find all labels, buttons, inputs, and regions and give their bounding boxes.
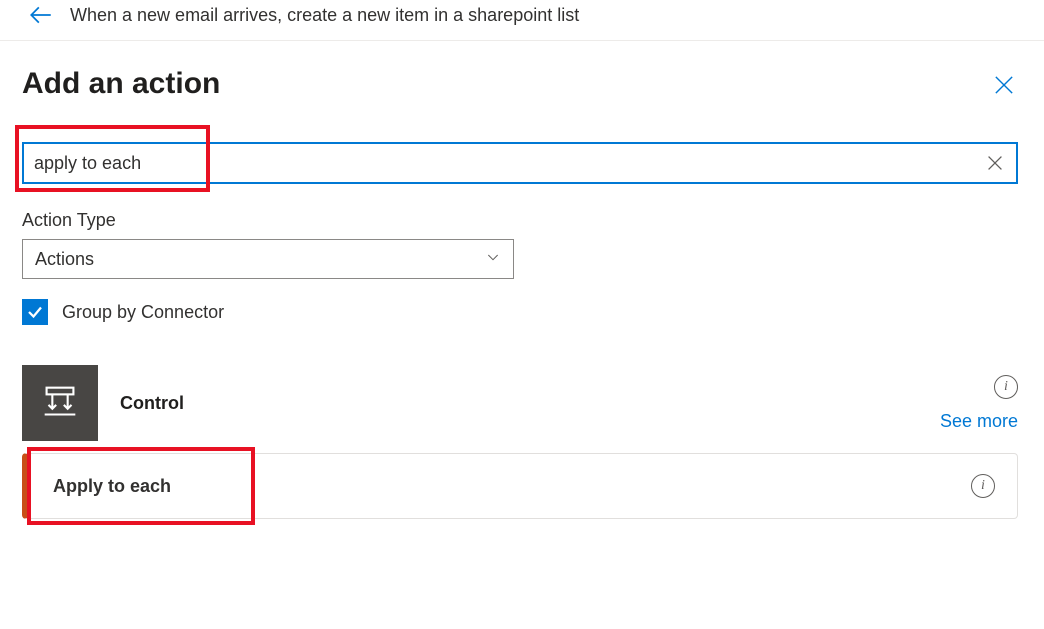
close-icon[interactable] xyxy=(990,67,1018,104)
connector-name: Control xyxy=(120,393,184,414)
top-bar: When a new email arrives, create a new i… xyxy=(0,0,1044,41)
clear-search-icon[interactable] xyxy=(984,152,1006,174)
connector-left: Control xyxy=(22,365,184,441)
back-arrow-icon[interactable] xyxy=(28,2,54,28)
panel-header: Add an action xyxy=(22,67,1018,104)
action-info-icon[interactable]: i xyxy=(971,474,995,498)
control-connector-icon xyxy=(22,365,98,441)
search-wrapper xyxy=(22,142,1018,184)
see-more-link[interactable]: See more xyxy=(940,411,1018,432)
search-input[interactable] xyxy=(34,153,984,174)
action-type-label: Action Type xyxy=(22,210,1018,231)
action-apply-to-each[interactable]: Apply to each i xyxy=(22,453,1018,519)
add-action-panel: Add an action Action Type Actions xyxy=(0,41,1044,519)
chevron-down-icon xyxy=(485,249,501,270)
connector-right: i See more xyxy=(940,375,1018,432)
action-type-value: Actions xyxy=(35,249,94,270)
flow-title: When a new email arrives, create a new i… xyxy=(70,5,579,26)
connector-info-icon[interactable]: i xyxy=(994,375,1018,399)
connector-header-row: Control i See more xyxy=(22,365,1018,441)
group-by-checkbox[interactable] xyxy=(22,299,48,325)
group-by-label: Group by Connector xyxy=(62,302,224,323)
action-item-label: Apply to each xyxy=(53,476,171,497)
group-by-connector-row: Group by Connector xyxy=(22,299,1018,325)
action-type-dropdown[interactable]: Actions xyxy=(22,239,514,279)
panel-title: Add an action xyxy=(22,67,220,101)
search-box[interactable] xyxy=(22,142,1018,184)
action-list: Apply to each i xyxy=(22,453,1018,519)
